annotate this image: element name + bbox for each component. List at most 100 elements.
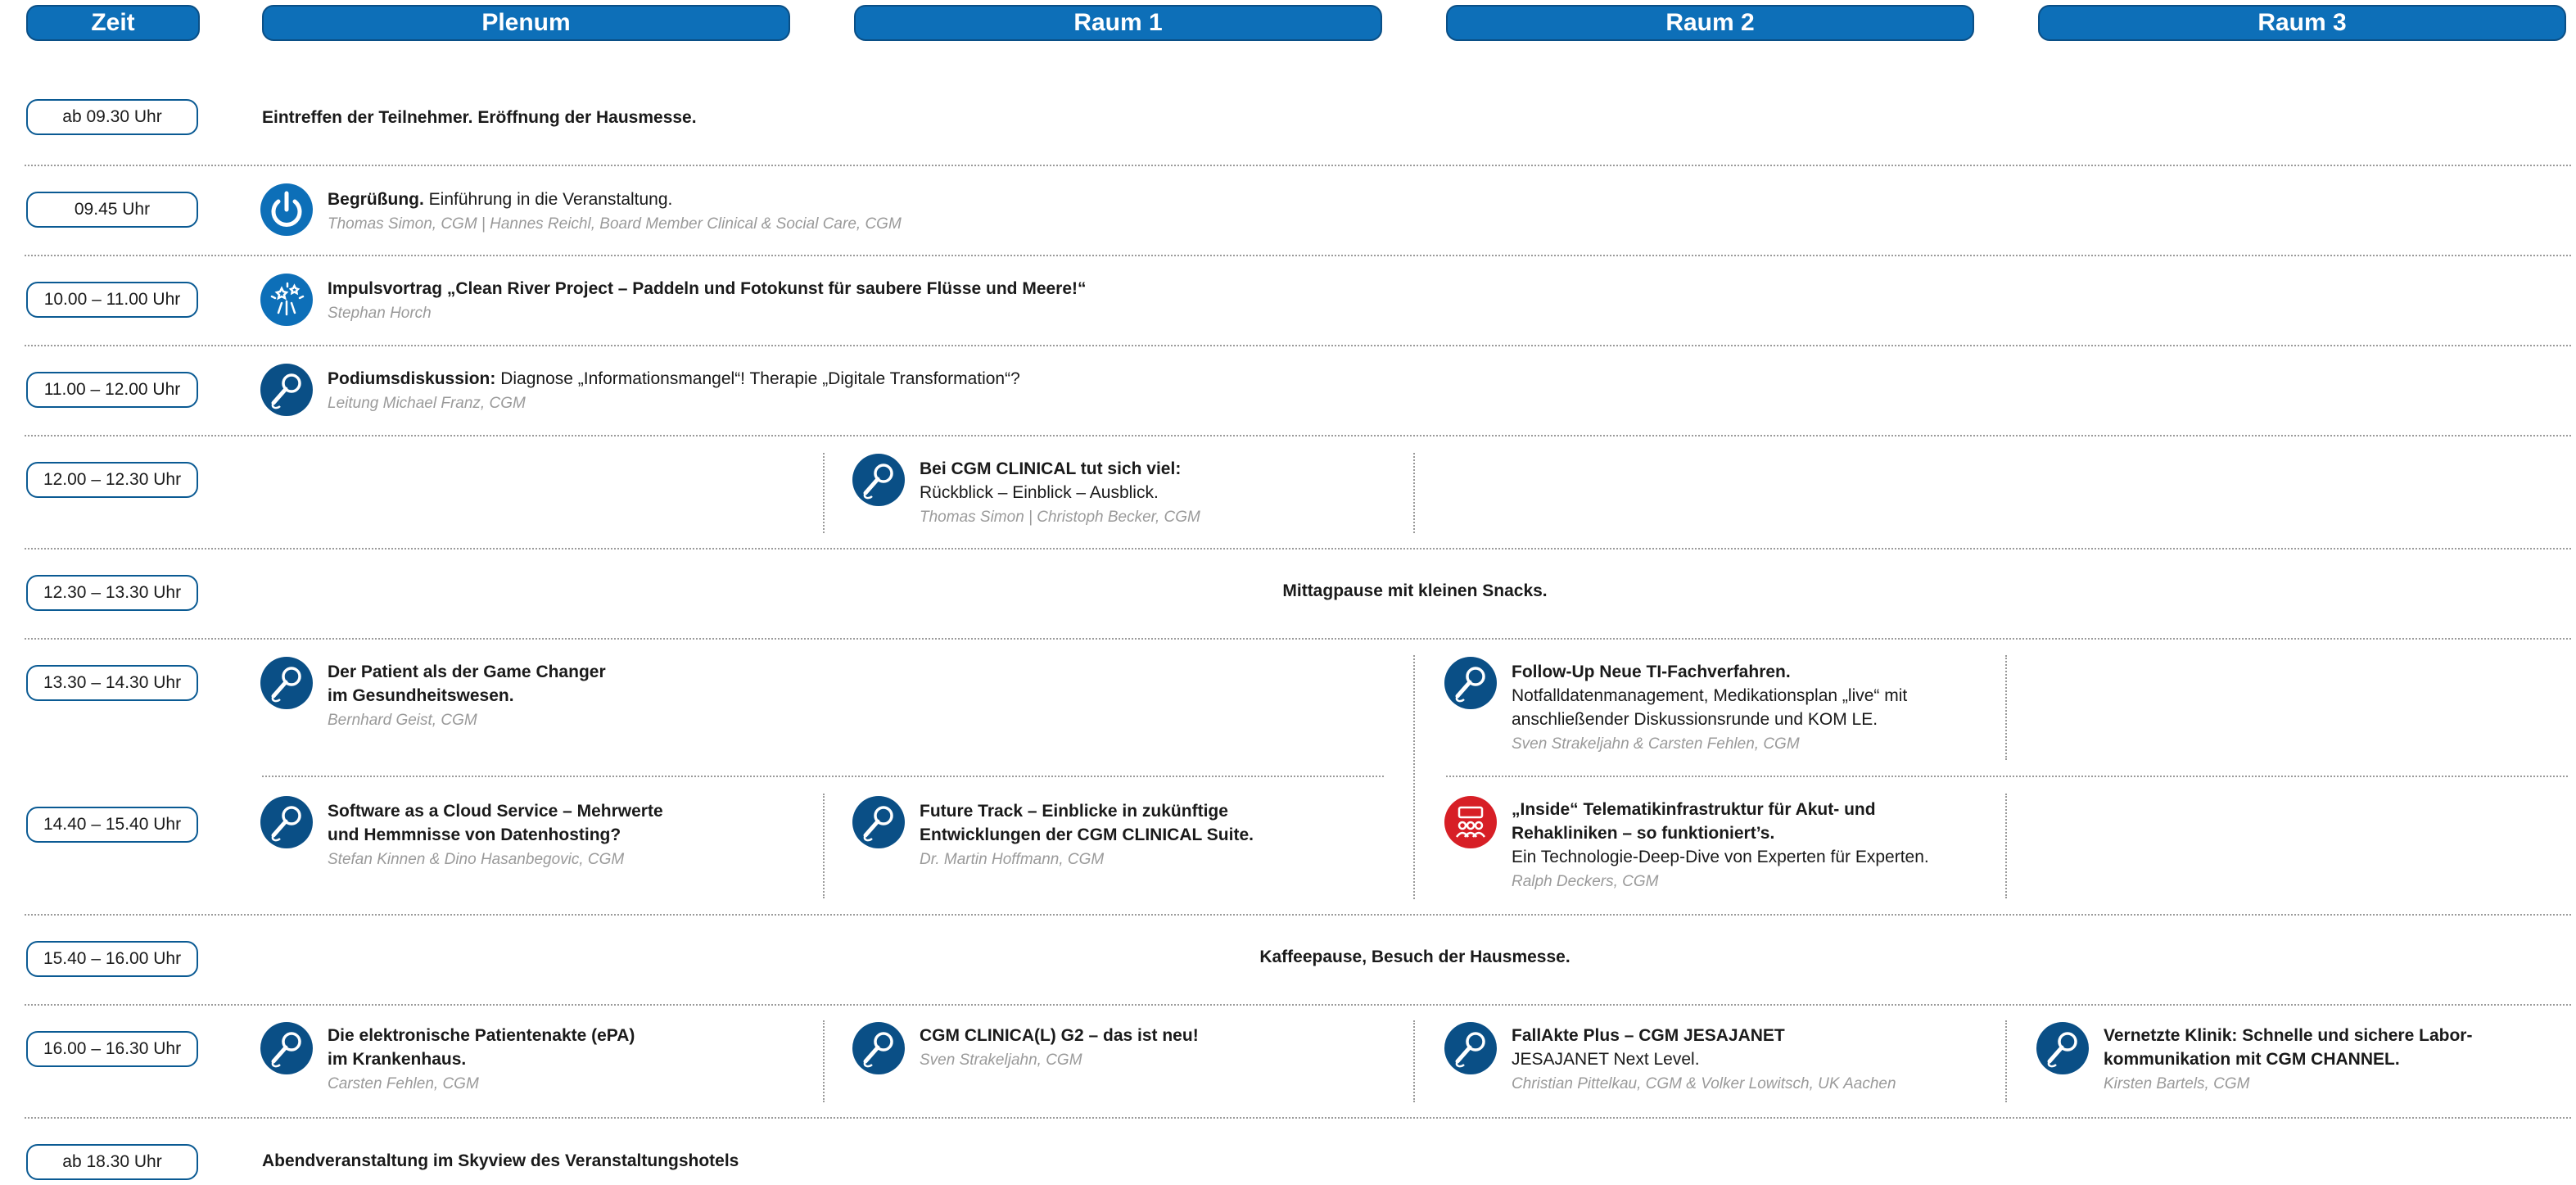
session-title-line2: im Krankenhaus. — [328, 1050, 467, 1069]
session-title-line2: im Gesundheitswesen. — [328, 686, 514, 705]
session-cloud-service: Software as a Cloud Service – Mehrwerte … — [328, 799, 663, 871]
time-slot: 13.30 – 14.30 Uhr — [26, 665, 198, 701]
session-game-changer: Der Patient als der Game Changer im Gesu… — [328, 660, 606, 732]
session-speaker: Sven Strakeljahn & Carsten Fehlen, CGM — [1512, 735, 1800, 753]
microphone-icon — [260, 364, 313, 416]
session-desc-line1: Notfalldatenmanagement, Medikationsplan … — [1512, 686, 1908, 705]
workshop-people-icon — [1444, 796, 1497, 848]
session-title-line2: kommunikation mit CGM CHANNEL. — [2104, 1050, 2400, 1069]
session-speaker: Carsten Fehlen, CGM — [328, 1075, 479, 1092]
session-speaker: Kirsten Bartels, CGM — [2104, 1075, 2250, 1092]
session-keynote: Impulsvortrag „Clean River Project – Pad… — [328, 277, 1087, 325]
session-title-line1: Software as a Cloud Service – Mehrwerte — [328, 802, 663, 821]
session-speaker: Ralph Deckers, CGM — [1512, 873, 1659, 890]
column-divider — [1413, 1020, 1415, 1102]
column-divider — [823, 453, 825, 533]
session-desc: Einführung in die Veranstaltung. — [423, 190, 673, 209]
header-raum1: Raum 1 — [854, 5, 1382, 41]
arrival-text: Eintreffen der Teilnehmer. Eröffnung der… — [262, 108, 697, 127]
session-clinical: Bei CGM CLINICAL tut sich viel: Rückblic… — [920, 457, 1200, 529]
session-desc: JESAJANET Next Level. — [1512, 1050, 1700, 1069]
session-title: Podiumsdiskussion: — [328, 369, 496, 388]
session-title: Bei CGM CLINICAL tut sich viel: — [920, 459, 1182, 478]
session-title-line2: Entwicklungen der CGM CLINICAL Suite. — [920, 825, 1254, 844]
time-slot: 09.45 Uhr — [26, 192, 198, 228]
microphone-icon — [2036, 1022, 2089, 1074]
session-title: Begrüßung. — [328, 190, 424, 209]
power-icon — [260, 183, 313, 236]
session-title-line2: Rehakliniken – so funktioniert’s. — [1512, 824, 1775, 843]
row-divider — [25, 548, 2571, 550]
row-divider — [25, 345, 2571, 346]
microphone-icon — [852, 1022, 905, 1074]
column-divider — [2005, 794, 2007, 898]
microphone-icon — [1444, 657, 1497, 709]
row-divider — [25, 1117, 2571, 1119]
session-title-line1: Die elektronische Patientenakte (ePA) — [328, 1026, 635, 1045]
row-divider — [25, 165, 2571, 166]
session-title: Impulsvortrag „Clean River Project – Pad… — [328, 279, 1087, 298]
session-title-line1: „Inside“ Telematikinfrastruktur für Akut… — [1512, 800, 1876, 819]
session-speaker: Thomas Simon | Christoph Becker, CGM — [920, 509, 1200, 526]
session-speaker: Bernhard Geist, CGM — [328, 712, 477, 729]
session-fallakte: FallAkte Plus – CGM JESAJANET JESAJANET … — [1512, 1024, 1896, 1096]
session-desc: Diagnose „Informationsmangel“! Therapie … — [495, 369, 1020, 388]
time-slot: 10.00 – 11.00 Uhr — [26, 282, 198, 318]
session-vernetzte-klinik: Vernetzte Klinik: Schnelle und sichere L… — [2104, 1024, 2472, 1096]
row-divider — [25, 1004, 2571, 1006]
header-raum2: Raum 2 — [1446, 5, 1974, 41]
column-divider — [823, 794, 825, 898]
session-speaker: Stephan Horch — [328, 305, 432, 322]
session-speaker: Leitung Michael Franz, CGM — [328, 395, 526, 412]
session-speaker: Sven Strakeljahn, CGM — [920, 1052, 1082, 1069]
microphone-icon — [852, 454, 905, 506]
evening-event: Abendveranstaltung im Skyview des Verans… — [262, 1151, 739, 1170]
session-desc: Rückblick – Einblick – Ausblick. — [920, 483, 1159, 502]
session-welcome: Begrüßung. Einführung in die Veranstaltu… — [328, 188, 902, 236]
time-slot: ab 09.30 Uhr — [26, 99, 198, 135]
session-ti-fachverfahren: Follow-Up Neue TI-Fachverfahren. Notfall… — [1512, 660, 1907, 756]
microphone-icon — [852, 796, 905, 848]
session-title: Follow-Up Neue TI-Fachverfahren. — [1512, 663, 1791, 681]
session-title-line2: und Hemmnisse von Datenhosting? — [328, 825, 621, 844]
microphone-icon — [1444, 1022, 1497, 1074]
session-title-line1: Der Patient als der Game Changer — [328, 663, 606, 681]
session-speaker: Stefan Kinnen & Dino Hasanbegovic, CGM — [328, 851, 625, 868]
time-slot: 11.00 – 12.00 Uhr — [26, 372, 198, 408]
session-panel: Podiumsdiskussion: Diagnose „Information… — [328, 367, 1020, 415]
session-future-track: Future Track – Einblicke in zukünftige E… — [920, 799, 1254, 871]
time-slot: ab 18.30 Uhr — [26, 1144, 198, 1180]
row-divider — [1446, 776, 2568, 777]
time-slot: 15.40 – 16.00 Uhr — [26, 941, 198, 977]
row-divider — [25, 914, 2571, 916]
microphone-icon — [260, 796, 313, 848]
time-slot: 16.00 – 16.30 Uhr — [26, 1031, 198, 1067]
session-speaker: Thomas Simon, CGM | Hannes Reichl, Board… — [328, 215, 902, 233]
time-slot: 12.00 – 12.30 Uhr — [26, 462, 198, 498]
lunch-break: Mittagpause mit kleinen Snacks. — [1282, 581, 1548, 600]
session-title: CGM CLINICA(L) G2 – das ist neu! — [920, 1026, 1199, 1045]
session-title-line1: Vernetzte Klinik: Schnelle und sichere L… — [2104, 1026, 2473, 1045]
row-divider — [262, 776, 1384, 777]
session-telematik: „Inside“ Telematikinfrastruktur für Akut… — [1512, 798, 1929, 893]
row-divider — [25, 435, 2571, 436]
microphone-icon — [260, 1022, 313, 1074]
column-divider — [823, 1020, 825, 1102]
session-epa: Die elektronische Patientenakte (ePA) im… — [328, 1024, 635, 1096]
column-divider — [1413, 655, 1415, 899]
column-divider — [1413, 453, 1415, 533]
row-divider — [25, 638, 2571, 640]
session-title-line1: Future Track – Einblicke in zukünftige — [920, 802, 1228, 821]
microphone-icon — [260, 657, 313, 709]
row-divider — [25, 255, 2571, 256]
fireworks-icon — [260, 274, 313, 326]
session-desc-line2: anschließender Diskussionsrunde und KOM … — [1512, 710, 1878, 729]
column-divider — [2005, 655, 2007, 760]
header-zeit: Zeit — [26, 5, 200, 41]
time-slot: 14.40 – 15.40 Uhr — [26, 807, 198, 843]
header-plenum: Plenum — [262, 5, 790, 41]
header-raum3: Raum 3 — [2038, 5, 2566, 41]
session-speaker: Dr. Martin Hoffmann, CGM — [920, 851, 1105, 868]
session-title: FallAkte Plus – CGM JESAJANET — [1512, 1026, 1785, 1045]
coffee-break: Kaffeepause, Besuch der Hausmesse. — [1259, 948, 1570, 966]
